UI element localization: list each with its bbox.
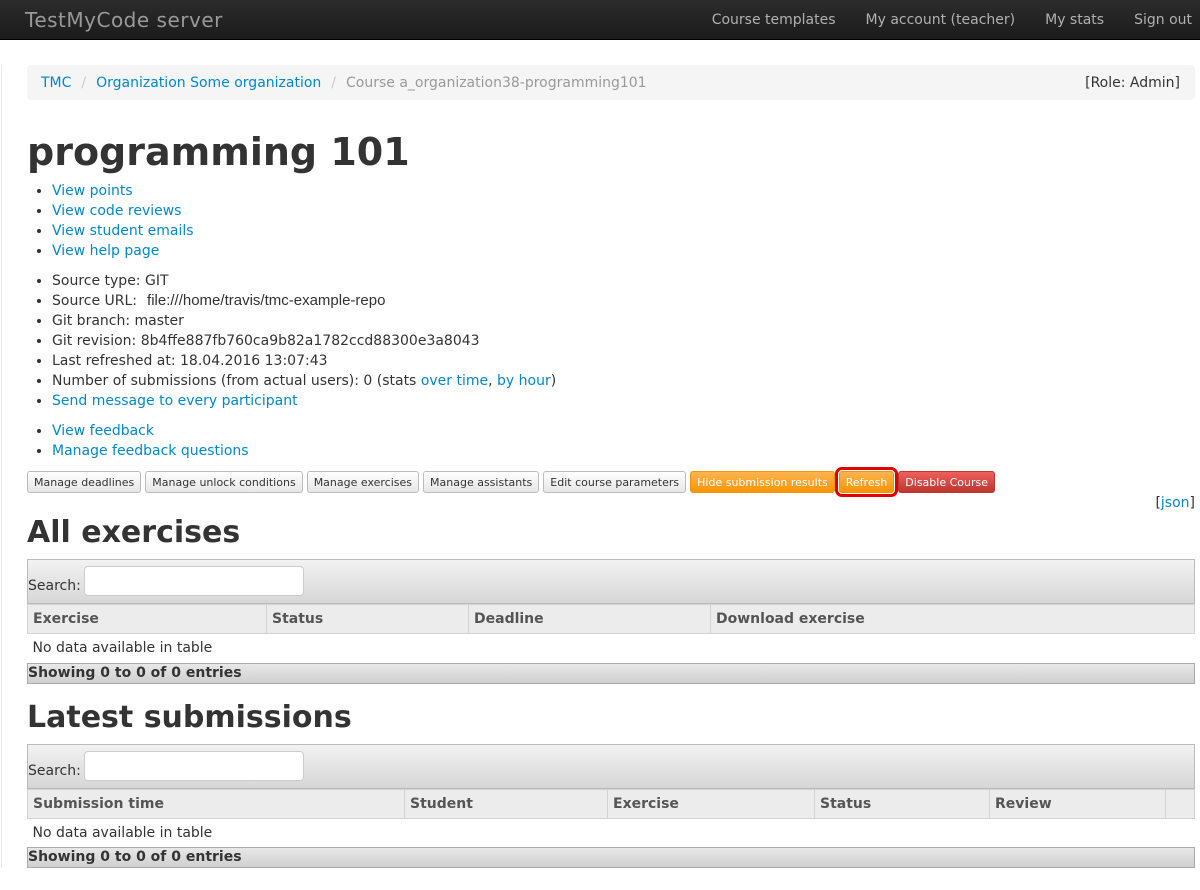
submissions-table-info: Showing 0 to 0 of 0 entries bbox=[27, 847, 1195, 868]
list-item: View points bbox=[52, 181, 1195, 201]
brand-logo[interactable]: TestMyCode server bbox=[25, 8, 223, 32]
exercises-table: Exercise Status Deadline Download exerci… bbox=[27, 604, 1195, 663]
submissions-table: Submission time Student Exercise Status … bbox=[27, 788, 1195, 848]
source-url-label: Source URL: bbox=[52, 293, 138, 309]
course-links-list: View points View code reviews View stude… bbox=[27, 181, 1195, 261]
view-help-page-link[interactable]: View help page bbox=[52, 243, 159, 259]
git-revision: Git revision: 8b4ffe887fb760ca9b82a1782c… bbox=[52, 331, 1195, 351]
closing-paren: ) bbox=[550, 373, 557, 389]
nav-sign-out[interactable]: Sign out bbox=[1104, 12, 1192, 28]
course-actions-toolbar: Manage deadlines Manage unlock condition… bbox=[27, 467, 1195, 497]
manage-exercises-button[interactable]: Manage exercises bbox=[306, 471, 420, 493]
submissions-search-input[interactable] bbox=[83, 750, 304, 781]
exercises-search-input[interactable] bbox=[83, 566, 304, 596]
view-student-emails-link[interactable]: View student emails bbox=[52, 223, 194, 239]
column-status[interactable]: Status bbox=[266, 604, 469, 634]
stats-over-time-link[interactable]: over time bbox=[421, 373, 488, 389]
submissions-table-wrapper: Search: Submission time Student Exercise… bbox=[27, 743, 1195, 868]
column-exercise[interactable]: Exercise bbox=[607, 788, 815, 819]
nav-my-stats[interactable]: My stats bbox=[1015, 12, 1104, 28]
empty-table-message: No data available in table bbox=[32, 640, 213, 657]
edit-course-parameters-button[interactable]: Edit course parameters bbox=[543, 471, 687, 493]
nav-course-templates[interactable]: Course templates bbox=[682, 12, 836, 28]
stats-by-hour-link[interactable]: by hour bbox=[497, 373, 551, 389]
bracket-close: ] bbox=[1189, 495, 1195, 511]
json-link[interactable]: json bbox=[1161, 495, 1190, 511]
list-item: Send message to every participant bbox=[52, 391, 1195, 411]
hide-submission-results-button[interactable]: Hide submission results bbox=[690, 471, 835, 493]
source-type: Source type: GIT bbox=[52, 271, 1195, 291]
breadcrumb: TMC / Organization Some organization / C… bbox=[27, 65, 1195, 100]
column-extra[interactable] bbox=[1165, 788, 1195, 819]
submissions-search-label: Search: bbox=[28, 762, 81, 779]
source-url-item: Source URL: file:///home/travis/tmc-examp… bbox=[52, 291, 1195, 311]
comma-separator: , bbox=[488, 373, 498, 389]
manage-feedback-questions-link[interactable]: Manage feedback questions bbox=[52, 443, 249, 459]
send-message-link[interactable]: Send message to every participant bbox=[52, 393, 298, 409]
table-header-row: Submission time Student Exercise Status … bbox=[27, 788, 1195, 819]
manage-deadlines-button[interactable]: Manage deadlines bbox=[27, 471, 142, 493]
latest-submissions-heading: Latest submissions bbox=[27, 699, 352, 735]
submission-count-text: Number of submissions (from actual users… bbox=[52, 373, 421, 389]
main-container: TMC / Organization Some organization / C… bbox=[1, 65, 1200, 868]
view-points-link[interactable]: View points bbox=[52, 183, 133, 199]
disable-course-button[interactable]: Disable Course bbox=[898, 471, 996, 493]
nav-my-account[interactable]: My account (teacher) bbox=[836, 12, 1016, 28]
all-exercises-heading: All exercises bbox=[27, 515, 241, 550]
empty-table-message: No data available in table bbox=[32, 824, 213, 841]
breadcrumb-items: TMC / Organization Some organization / C… bbox=[41, 75, 647, 91]
list-item: View student emails bbox=[52, 221, 1195, 241]
table-header-row: Exercise Status Deadline Download exerci… bbox=[27, 604, 1195, 634]
exercises-search-label: Search: bbox=[28, 578, 81, 594]
git-branch: Git branch: master bbox=[52, 311, 1195, 331]
feedback-links-list: View feedback Manage feedback questions bbox=[27, 421, 1195, 461]
source-url-value: file:///home/travis/tmc-example-repo bbox=[147, 292, 386, 309]
list-item: View feedback bbox=[52, 421, 1195, 441]
breadcrumb-tmc[interactable]: TMC bbox=[41, 75, 71, 91]
breadcrumb-separator: / bbox=[331, 74, 336, 91]
manage-assistants-button[interactable]: Manage assistants bbox=[423, 471, 540, 493]
list-item: View code reviews bbox=[52, 201, 1195, 221]
breadcrumb-course: Course a_organization38-programming101 bbox=[346, 74, 647, 91]
top-navbar: TestMyCode server Course templates My ac… bbox=[0, 0, 1200, 40]
refresh-button[interactable]: Refresh bbox=[834, 467, 899, 497]
breadcrumb-separator: / bbox=[81, 74, 87, 91]
exercises-table-info: Showing 0 to 0 of 0 entries bbox=[27, 662, 1195, 684]
column-review[interactable]: Review bbox=[989, 788, 1166, 819]
course-info-list: Source type: GIT Source URL: file:///home… bbox=[27, 271, 1195, 411]
exercises-table-wrapper: Search: Exercise Status Deadline Downloa… bbox=[27, 559, 1195, 684]
nav-links: Course templates My account (teacher) My… bbox=[682, 12, 1192, 28]
column-exercise[interactable]: Exercise bbox=[27, 604, 267, 634]
breadcrumb-organization[interactable]: Organization Some organization bbox=[96, 75, 321, 91]
table-row: No data available in table bbox=[28, 634, 1195, 663]
column-deadline[interactable]: Deadline bbox=[468, 604, 711, 634]
column-student[interactable]: Student bbox=[404, 788, 608, 819]
page-title: programming 101 bbox=[27, 130, 410, 174]
list-item: Manage feedback questions bbox=[52, 441, 1195, 461]
column-submission-time[interactable]: Submission time bbox=[27, 788, 405, 819]
role-label: [Role: Admin] bbox=[1085, 74, 1180, 91]
view-code-reviews-link[interactable]: View code reviews bbox=[52, 203, 181, 219]
list-item: View help page bbox=[52, 241, 1195, 261]
view-feedback-link[interactable]: View feedback bbox=[52, 423, 154, 439]
submission-count: Number of submissions (from actual users… bbox=[52, 371, 1195, 391]
last-refreshed: Last refreshed at: 18.04.2016 13:07:43 bbox=[52, 351, 1195, 371]
json-link-wrapper: [json] bbox=[27, 495, 1195, 513]
column-status[interactable]: Status bbox=[814, 788, 990, 819]
manage-unlock-conditions-button[interactable]: Manage unlock conditions bbox=[145, 471, 303, 493]
column-download-exercise[interactable]: Download exercise bbox=[710, 604, 1195, 634]
submissions-table-toolbar: Search: bbox=[27, 743, 1195, 789]
exercises-table-toolbar: Search: bbox=[27, 559, 1195, 604]
table-row: No data available in table bbox=[28, 818, 1195, 847]
